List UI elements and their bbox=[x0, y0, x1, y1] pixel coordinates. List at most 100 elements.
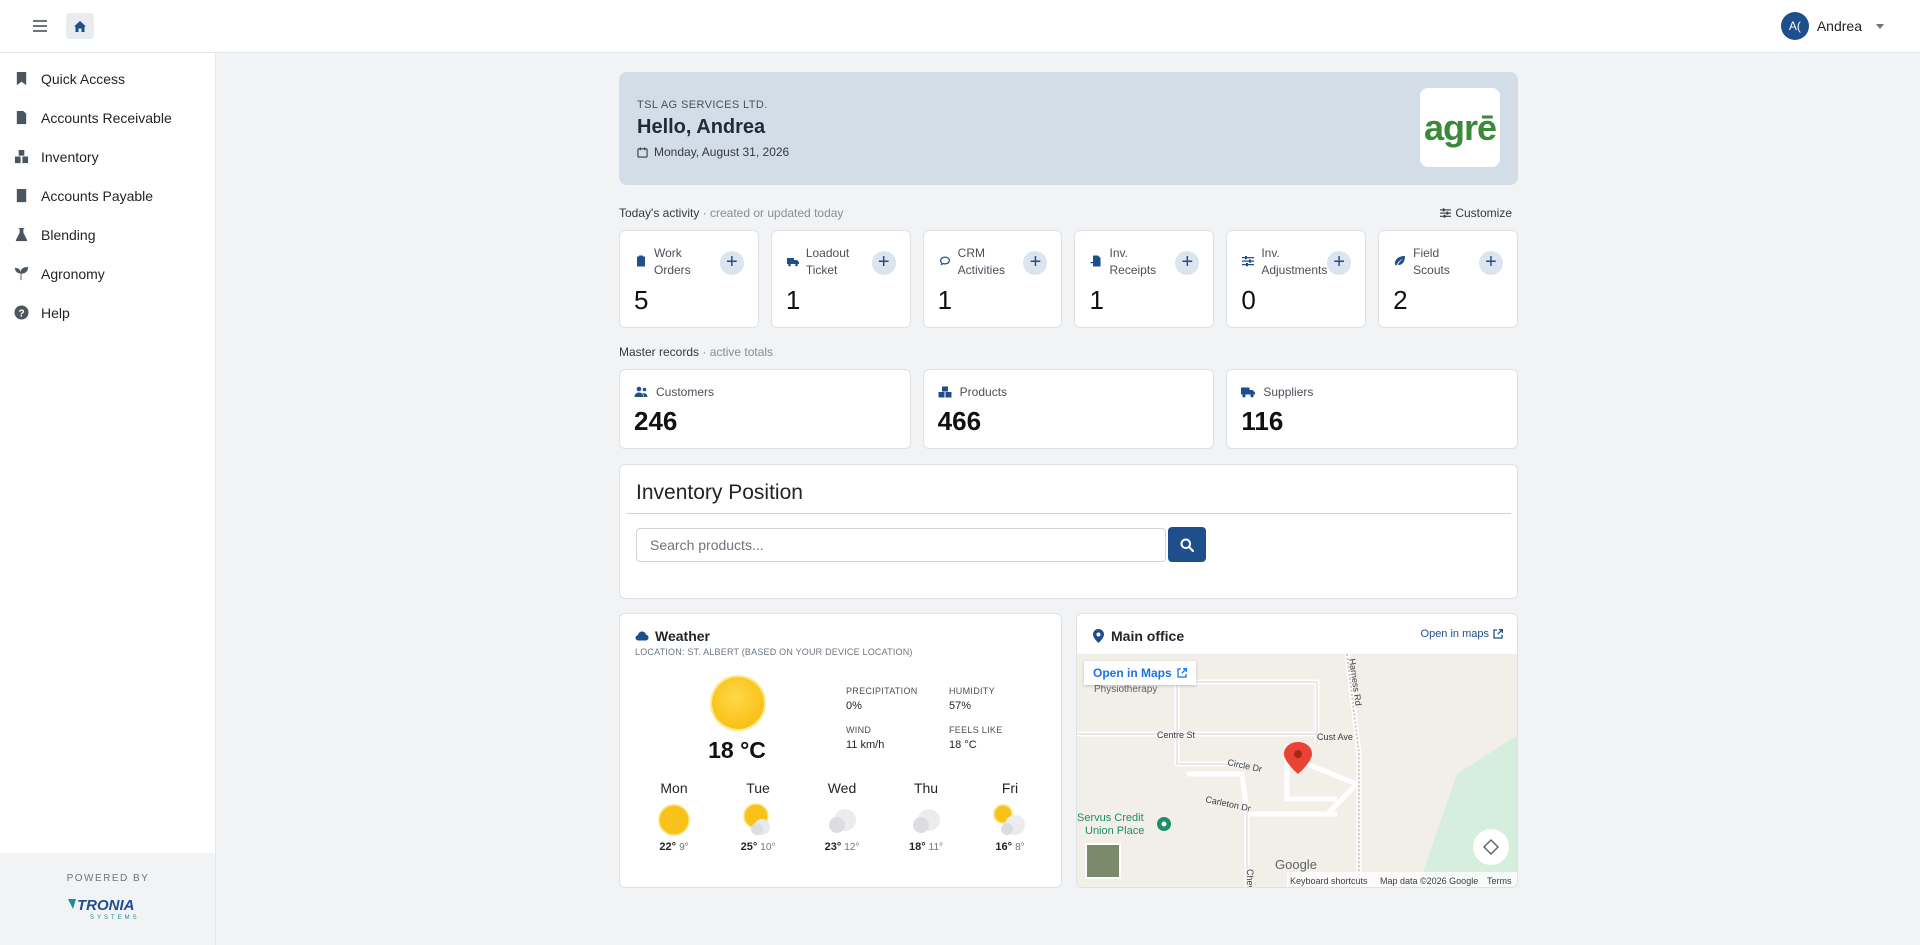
brand-text: TRONIA bbox=[77, 897, 135, 914]
activity-card-field-scouts[interactable]: Field Scouts 2 + bbox=[1378, 230, 1518, 328]
activity-label: Field Scouts bbox=[1394, 245, 1450, 279]
sidebar-footer: POWERED BY TRONIA SYSTEMS bbox=[0, 853, 216, 945]
top-bar: A( Andrea bbox=[0, 0, 1920, 53]
master-label: Suppliers bbox=[1241, 385, 1313, 399]
add-loadout-ticket-button[interactable]: + bbox=[871, 251, 896, 275]
master-card-products[interactable]: Products 466 bbox=[922, 369, 1215, 449]
sidebar-item-label: Inventory bbox=[41, 148, 99, 165]
boxes-icon bbox=[14, 149, 29, 164]
sidebar-item-label: Accounts Receivable bbox=[41, 109, 172, 126]
terms-link: Terms bbox=[1487, 876, 1512, 886]
customize-label: Customize bbox=[1455, 206, 1512, 220]
cloud-icon bbox=[909, 803, 943, 837]
master-card-customers[interactable]: Customers 246 bbox=[619, 369, 911, 449]
feels-like-value: 18 °C bbox=[949, 739, 977, 751]
master-count: 116 bbox=[1241, 406, 1284, 436]
forecast-day: Tue 25° 10° bbox=[716, 780, 800, 853]
calendar-icon bbox=[637, 146, 648, 158]
truck-icon bbox=[1241, 387, 1256, 398]
activity-count: 1 bbox=[1089, 285, 1104, 315]
sidebar-item-quick-access[interactable]: Quick Access bbox=[0, 59, 215, 98]
activity-count: 2 bbox=[1393, 285, 1408, 315]
forecast-temps: 18° 11° bbox=[884, 841, 968, 853]
activity-card-inv-receipts[interactable]: Inv. Receipts 1 + bbox=[1074, 230, 1215, 328]
search-button[interactable] bbox=[1168, 527, 1206, 562]
master-card-suppliers[interactable]: Suppliers 116 bbox=[1226, 369, 1519, 449]
seedling-icon bbox=[14, 266, 29, 281]
activity-card-crm-activities[interactable]: CRM Activities 1 + bbox=[922, 230, 1063, 328]
greeting-banner: TSL AG SERVICES LTD. Hello, Andrea Monda… bbox=[619, 72, 1518, 185]
truck-icon bbox=[786, 255, 799, 267]
feels-like-stat: FEELS LIKE 18 °C bbox=[949, 725, 1003, 751]
open-in-maps-link[interactable]: Open in maps bbox=[1421, 628, 1503, 640]
humidity-value: 57% bbox=[949, 700, 972, 712]
partly-cloudy-icon bbox=[993, 803, 1027, 837]
chat-icon bbox=[939, 255, 951, 267]
sidebar-item-agronomy[interactable]: Agronomy bbox=[0, 254, 215, 293]
add-work-order-button[interactable]: + bbox=[719, 251, 744, 275]
activity-card-work-orders[interactable]: Work Orders 5 + bbox=[619, 230, 759, 328]
activity-label-line2: Activities bbox=[957, 263, 1005, 277]
activity-label-line1: Loadout bbox=[805, 246, 850, 260]
humidity-label: HUMIDITY bbox=[949, 686, 995, 696]
forecast-low: 10° bbox=[760, 842, 776, 853]
master-records-cards: Customers 246 Products 466 Suppliers 116 bbox=[619, 369, 1519, 449]
customize-button[interactable]: Customize bbox=[1440, 206, 1518, 220]
activity-label: Inv. Receipts bbox=[1090, 245, 1156, 279]
sidebar-item-label: Blending bbox=[41, 226, 96, 243]
activity-label-line1: Field bbox=[1413, 246, 1440, 260]
sidebar-item-blending[interactable]: Blending bbox=[0, 215, 215, 254]
activity-count: 1 bbox=[785, 285, 801, 315]
master-count: 466 bbox=[937, 406, 982, 436]
forecast-day-name: Wed bbox=[827, 780, 857, 796]
users-icon bbox=[634, 386, 648, 397]
user-menu[interactable]: A( Andrea bbox=[1780, 12, 1884, 40]
sidebar-item-help[interactable]: ? Help bbox=[0, 293, 215, 332]
external-link-icon bbox=[1493, 629, 1503, 639]
satellite-toggle-icon bbox=[1085, 843, 1121, 879]
search-icon bbox=[1180, 538, 1194, 552]
map-data-credit: Map data ©2026 Google bbox=[1380, 876, 1478, 886]
sidebar-item-accounts-receivable[interactable]: Accounts Receivable bbox=[0, 98, 215, 137]
open-in-maps-button[interactable]: Open in Maps bbox=[1084, 661, 1196, 685]
activity-label-line2: Ticket bbox=[805, 263, 838, 277]
sidebar-item-inventory[interactable]: Inventory bbox=[0, 137, 215, 176]
inventory-position-panel: Inventory Position bbox=[619, 464, 1518, 599]
add-field-scout-button[interactable]: + bbox=[1478, 251, 1503, 275]
activity-card-inv-adjustments[interactable]: Inv. Adjustments 0 + bbox=[1226, 230, 1367, 328]
leaf-icon bbox=[1394, 255, 1406, 267]
activity-label-line2: Receipts bbox=[1109, 263, 1157, 277]
sidebar-item-accounts-payable[interactable]: Accounts Payable bbox=[0, 176, 215, 215]
forecast-low: 12° bbox=[844, 842, 860, 853]
add-inv-receipt-button[interactable]: + bbox=[1175, 251, 1200, 275]
product-search-input[interactable] bbox=[636, 528, 1166, 562]
forecast-high: 16° bbox=[995, 841, 1012, 853]
humidity-stat: HUMIDITY 57% bbox=[949, 686, 995, 712]
menu-toggle-icon[interactable] bbox=[30, 17, 50, 37]
clipboard-icon bbox=[635, 255, 647, 267]
fullscreen-button bbox=[1473, 829, 1509, 865]
map-label-centre: Centre St bbox=[1157, 730, 1196, 740]
forecast-day-name: Tue bbox=[746, 780, 770, 796]
add-crm-activity-button[interactable]: + bbox=[1023, 251, 1048, 275]
cloud-icon bbox=[635, 631, 649, 641]
weather-title-text: Weather bbox=[655, 628, 710, 644]
forecast-day-name: Fri bbox=[1001, 780, 1019, 796]
precipitation-stat: PRECIPITATION 0% bbox=[846, 686, 918, 712]
home-button[interactable] bbox=[66, 13, 94, 39]
sliders-icon bbox=[1242, 255, 1255, 267]
sidebar-item-label: Quick Access bbox=[41, 70, 126, 87]
forecast-day-name: Thu bbox=[913, 780, 939, 796]
add-inv-adjustment-button[interactable]: + bbox=[1327, 251, 1352, 275]
main-office-title-text: Main office bbox=[1111, 628, 1185, 644]
activity-card-loadout-ticket[interactable]: Loadout Ticket 1 + bbox=[770, 230, 911, 328]
forecast-day: Wed 23° 12° bbox=[800, 780, 884, 853]
precipitation-label: PRECIPITATION bbox=[846, 686, 918, 696]
main-office-title: Main office bbox=[1093, 628, 1184, 644]
sun-icon bbox=[712, 677, 764, 729]
company-name: TSL AG SERVICES LTD. bbox=[637, 99, 768, 111]
forecast-day-name: Mon bbox=[660, 780, 688, 796]
main-office-panel: Main office Open in maps Physiotherapy C… bbox=[1076, 613, 1518, 888]
forecast-day: Fri 16° 8° bbox=[968, 780, 1052, 853]
map-view[interactable]: Physiotherapy Centre St Circle Dr Carlet… bbox=[1077, 654, 1517, 887]
